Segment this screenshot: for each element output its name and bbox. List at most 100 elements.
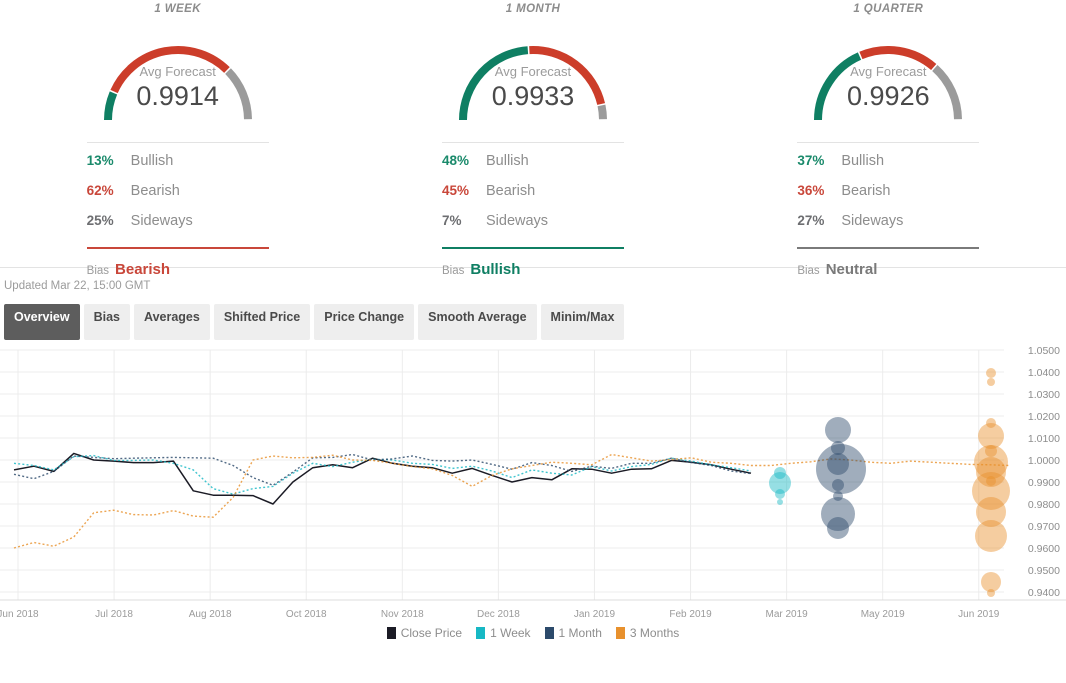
gauge-panel-1-quarter: 1 QUARTER Avg Forecast 0.9926 37% Bullis… (711, 0, 1066, 267)
bias-label: Bias (442, 265, 464, 277)
tab-price-change[interactable]: Price Change (314, 304, 414, 340)
stat-row-bearish: 36% Bearish (797, 183, 979, 213)
bias-row: Bias Bullish (442, 261, 624, 278)
stat-row-sideways: 7% Sideways (442, 213, 624, 243)
sentiment-stats: 48% Bullish 45% Bearish 7% Sideways Bias… (442, 142, 624, 278)
sideways-label: Sideways (841, 213, 903, 229)
bearish-percent: 45% (442, 183, 486, 198)
chart-legend: Close Price 1 Week 1 Month 3 Months (0, 623, 1066, 643)
bias-value: Bearish (115, 261, 170, 278)
svg-text:0.9600: 0.9600 (1028, 543, 1060, 555)
bias-divider (87, 247, 269, 249)
svg-text:1.0400: 1.0400 (1028, 367, 1060, 379)
legend-item-3-months[interactable]: 3 Months (616, 626, 679, 640)
svg-text:1.0000: 1.0000 (1028, 455, 1060, 467)
bearish-percent: 36% (797, 183, 841, 198)
sideways-percent: 7% (442, 213, 486, 228)
legend-label: 1 Month (559, 626, 602, 640)
bullish-percent: 48% (442, 153, 486, 168)
svg-text:Jun 2019: Jun 2019 (958, 609, 1000, 620)
bullish-label: Bullish (486, 153, 529, 169)
tab-averages[interactable]: Averages (134, 304, 210, 340)
tab-bias[interactable]: Bias (84, 304, 130, 340)
sideways-label: Sideways (486, 213, 548, 229)
chart-view-tabs: Overview Bias Averages Shifted Price Pri… (0, 300, 1066, 340)
bias-label: Bias (797, 265, 819, 277)
svg-text:May 2019: May 2019 (861, 609, 905, 620)
svg-text:1.0100: 1.0100 (1028, 433, 1060, 445)
svg-text:1.0200: 1.0200 (1028, 411, 1060, 423)
svg-text:0.9800: 0.9800 (1028, 499, 1060, 511)
svg-text:0.9500: 0.9500 (1028, 565, 1060, 577)
sideways-percent: 27% (797, 213, 841, 228)
svg-text:Oct 2018: Oct 2018 (286, 609, 327, 620)
bias-label: Bias (87, 265, 109, 277)
bias-divider (797, 247, 979, 249)
tab-shifted-price[interactable]: Shifted Price (214, 304, 310, 340)
svg-text:Mar 2019: Mar 2019 (765, 609, 808, 620)
stat-row-sideways: 25% Sideways (87, 213, 269, 243)
bearish-label: Bearish (841, 183, 890, 199)
tab-smooth-average[interactable]: Smooth Average (418, 304, 536, 340)
sideways-percent: 25% (87, 213, 131, 228)
bias-row: Bias Neutral (797, 261, 979, 278)
sentiment-stats: 37% Bullish 36% Bearish 27% Sideways Bia… (797, 142, 979, 278)
legend-swatch-1-week (476, 627, 485, 639)
legend-label: Close Price (401, 626, 462, 640)
legend-item-1-month[interactable]: 1 Month (545, 626, 602, 640)
gauge-arc-svg (88, 22, 268, 126)
tab-minim-max[interactable]: Minim/Max (541, 304, 625, 340)
chart-gridlines (0, 350, 1066, 600)
svg-text:0.9900: 0.9900 (1028, 477, 1060, 489)
svg-text:Feb 2019: Feb 2019 (669, 609, 712, 620)
legend-item-1-week[interactable]: 1 Week (476, 626, 530, 640)
stat-row-bullish: 13% Bullish (87, 153, 269, 183)
stat-row-bearish: 62% Bearish (87, 183, 269, 213)
chart-x-axis-labels: Jun 2018 Jul 2018 Aug 2018 Oct 2018 Nov 2018… (0, 609, 1000, 620)
gauge-chart: Avg Forecast 0.9914 (88, 22, 268, 126)
sentiment-stats: 13% Bullish 62% Bearish 25% Sideways Bia… (87, 142, 269, 278)
gauge-arc-svg (443, 22, 623, 126)
legend-label: 3 Months (630, 626, 679, 640)
bearish-percent: 62% (87, 183, 131, 198)
bias-divider (442, 247, 624, 249)
svg-text:Aug 2018: Aug 2018 (189, 609, 232, 620)
svg-text:Nov 2018: Nov 2018 (381, 609, 424, 620)
legend-item-close-price[interactable]: Close Price (387, 626, 462, 640)
tab-overview[interactable]: Overview (4, 304, 80, 340)
bearish-label: Bearish (486, 183, 535, 199)
forecast-chart[interactable]: 1.0500 1.0400 1.0300 1.0200 1.0100 1.0000 0.99… (0, 340, 1066, 625)
forecast-gauges-row: 1 WEEK Avg Forecast 0.9914 13% Bullish 6… (0, 0, 1066, 268)
stat-row-bullish: 37% Bullish (797, 153, 979, 183)
bullish-label: Bullish (131, 153, 174, 169)
bearish-label: Bearish (131, 183, 180, 199)
legend-swatch-1-month (545, 627, 554, 639)
chart-y-axis-labels: 1.0500 1.0400 1.0300 1.0200 1.0100 1.0000 0.99… (1028, 345, 1060, 599)
gauge-panel-1-month: 1 MONTH Avg Forecast 0.9933 48% Bullish … (355, 0, 710, 267)
svg-text:Dec 2018: Dec 2018 (477, 609, 520, 620)
gauge-panel-1-week: 1 WEEK Avg Forecast 0.9914 13% Bullish 6… (0, 0, 355, 267)
legend-label: 1 Week (490, 626, 530, 640)
gauge-chart: Avg Forecast 0.9926 (798, 22, 978, 126)
stat-row-bullish: 48% Bullish (442, 153, 624, 183)
gauge-title: 1 MONTH (355, 2, 710, 16)
gauge-title: 1 QUARTER (711, 2, 1066, 16)
stat-row-bearish: 45% Bearish (442, 183, 624, 213)
svg-text:Jun 2018: Jun 2018 (0, 609, 39, 620)
chart-svg: 1.0500 1.0400 1.0300 1.0200 1.0100 1.0000 0.99… (0, 340, 1066, 625)
bullish-label: Bullish (841, 153, 884, 169)
bullish-percent: 13% (87, 153, 131, 168)
gauge-chart: Avg Forecast 0.9933 (443, 22, 623, 126)
gauge-arc-svg (798, 22, 978, 126)
bias-row: Bias Bearish (87, 261, 269, 278)
svg-text:1.0300: 1.0300 (1028, 389, 1060, 401)
stat-row-sideways: 27% Sideways (797, 213, 979, 243)
sideways-label: Sideways (131, 213, 193, 229)
bias-value: Bullish (470, 261, 520, 278)
svg-text:1.0500: 1.0500 (1028, 345, 1060, 357)
legend-swatch-3-months (616, 627, 625, 639)
svg-text:Jan 2019: Jan 2019 (574, 609, 616, 620)
svg-text:Jul 2018: Jul 2018 (95, 609, 133, 620)
svg-text:0.9400: 0.9400 (1028, 587, 1060, 599)
bias-value: Neutral (826, 261, 878, 278)
